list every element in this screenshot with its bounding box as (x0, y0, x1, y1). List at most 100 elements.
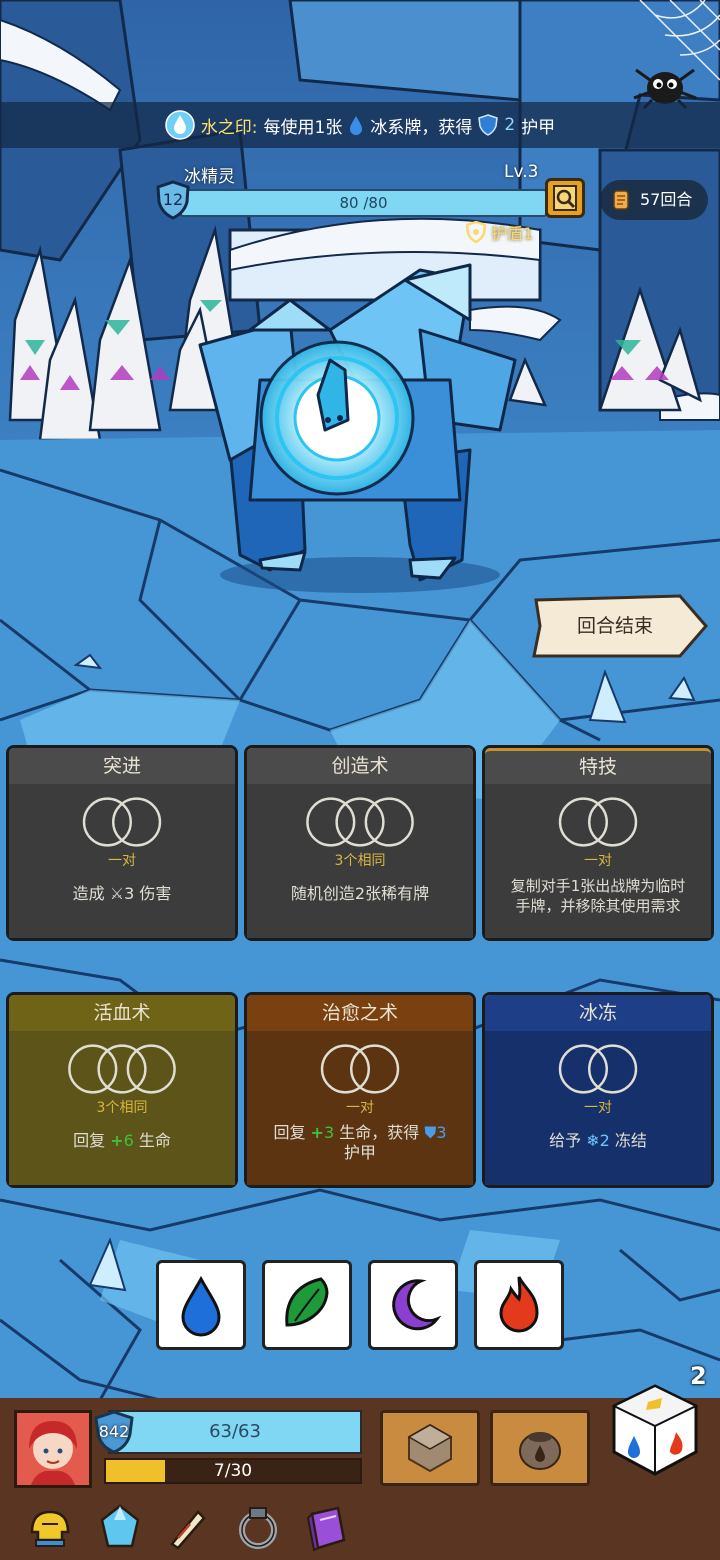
armor-shield-icon (478, 114, 499, 136)
heal-value: 3 (323, 1123, 335, 1142)
card-title: 特技 (485, 748, 711, 784)
water-drop-icon (181, 1275, 221, 1337)
heal-plus-icon: + (110, 1131, 124, 1150)
pot-icon (519, 1432, 561, 1470)
enemy-shield-status: 护盾1 (465, 220, 534, 244)
card-healing-art[interactable]: 治愈之术 一对 回复 +3 生命，获得 ⛊3 护甲 (244, 992, 476, 1188)
tab-tome[interactable] (298, 1500, 354, 1556)
moon-icon (392, 1279, 442, 1331)
dice-slot-pair (320, 1044, 400, 1094)
shield-status-text: 护盾1 (491, 224, 534, 243)
element-water-tile[interactable] (156, 1260, 246, 1350)
element-wind-tile[interactable] (262, 1260, 352, 1350)
card-description: 造成 ⚔3 伤害 (9, 884, 235, 904)
seal-text-1: 每使用1张 (263, 117, 343, 138)
water-drop-icon (350, 116, 363, 135)
spellbook-icon (306, 1506, 346, 1552)
tab-crystal[interactable] (92, 1500, 148, 1556)
enemy-hp-bar: 80 /80 (180, 189, 547, 217)
card-description: 给予 ❄2 冻结 (485, 1131, 711, 1151)
desc-line-2: 手牌，并移除其使用需求 (515, 897, 681, 915)
card-title: 活血术 (9, 995, 235, 1031)
tab-helmet[interactable] (22, 1500, 78, 1556)
roll-dice-button[interactable] (610, 1382, 700, 1478)
shield-status-icon (465, 220, 487, 244)
leaf-icon (285, 1277, 329, 1327)
desc-text: 生命 (138, 1131, 171, 1150)
tab-ring[interactable] (230, 1500, 286, 1556)
relic-slot-dice[interactable] (380, 1410, 480, 1486)
freeze-value: 2 (599, 1131, 610, 1150)
enemy-name: 冰精灵 (184, 167, 235, 187)
armor-shield-icon: ⛊ (424, 1123, 437, 1142)
card-title: 创造术 (247, 748, 473, 784)
card-freeze[interactable]: 冰冻 一对 给予 ❄2 冻结 (482, 992, 714, 1188)
dice-slot-pair (558, 797, 638, 847)
desc-text: 生命，获得 (339, 1123, 420, 1142)
helmet-icon (30, 1510, 70, 1547)
player-shield-badge: 842 (94, 1410, 134, 1454)
enemy-info-button[interactable] (545, 178, 585, 218)
end-turn-button[interactable]: 回合结束 (530, 594, 708, 660)
dice-slot-pair (558, 1044, 638, 1094)
desc-text: 冻结 (614, 1131, 647, 1150)
desc-text: 护甲 (343, 1143, 376, 1162)
player-portrait[interactable] (14, 1410, 92, 1488)
dice-slot-triple (68, 1044, 176, 1094)
end-turn-label: 回合结束 (576, 615, 653, 637)
player-shield-value: 842 (98, 1422, 130, 1441)
relic-slot-pot[interactable] (490, 1410, 590, 1486)
dice-slot-pair (82, 797, 162, 847)
scroll-quill-icon (170, 1510, 206, 1550)
ring-icon (239, 1507, 277, 1549)
card-description: 随机创造2张稀有牌 (290, 884, 430, 903)
desc-text: 伤害 (139, 884, 172, 903)
enemy-shield-badge: 12 (156, 180, 190, 220)
desc-line-1: 复制对手1张出战牌为临时 (510, 877, 686, 895)
xp-text: 7/30 (213, 1461, 253, 1481)
card-requirement: 3个相同 (96, 1100, 148, 1116)
card-blood-revive[interactable]: 活血术 3个相同 回复 +6 生命 (6, 992, 238, 1188)
card-description: 回复 +6 生命 (9, 1131, 235, 1151)
card-description: 回复 +3 生命，获得 ⛊3 护甲 (247, 1123, 473, 1163)
seal-text-2: 冰系牌，获得 (370, 117, 473, 138)
seal-text-3: 护甲 (521, 117, 556, 138)
seal-effect-banner: 水之印: 每使用1张 冰系牌，获得 2 护甲 (0, 102, 720, 148)
avatar (17, 1413, 89, 1485)
damage-value: 3 (124, 884, 135, 903)
desc-text: 回复 (273, 1123, 306, 1142)
desc-text: 给予 (549, 1131, 582, 1150)
card-title: 治愈之术 (247, 995, 473, 1031)
heal-plus-icon: + (310, 1123, 324, 1142)
element-shadow-tile[interactable] (368, 1260, 458, 1350)
fire-icon (499, 1276, 539, 1333)
enemy-shield-level: 12 (162, 190, 184, 209)
sword-icon: ⚔ (109, 884, 125, 903)
card-creation[interactable]: 创造术 3个相同 随机创造2张稀有牌 (244, 745, 476, 941)
water-drop-icon (165, 110, 195, 140)
card-charge[interactable]: 突进 一对 造成 ⚔3 伤害 (6, 745, 238, 941)
dice-icon (611, 1384, 699, 1476)
round-counter-text: 57回合 (640, 190, 693, 209)
desc-text: 造成 (72, 884, 105, 903)
card-requirement: 一对 (584, 1100, 612, 1116)
tab-scroll[interactable] (158, 1500, 214, 1556)
scroll-icon (613, 190, 629, 210)
heal-value: 6 (123, 1131, 134, 1150)
armor-value: 3 (436, 1123, 447, 1142)
card-requirement: 一对 (584, 853, 612, 869)
magnifier-icon (553, 185, 577, 211)
player-hp-bar: 63/63 (108, 1410, 362, 1454)
card-special-skill[interactable]: 特技 一对 复制对手1张出战牌为临时 手牌，并移除其使用需求 (482, 745, 714, 941)
crystal-icon (100, 1504, 140, 1548)
seal-name: 水之印: (200, 117, 258, 138)
relic-dice-icon (407, 1423, 453, 1473)
desc-text: 回复 (73, 1131, 106, 1150)
armor-value: 2 (504, 115, 516, 135)
card-requirement: 3个相同 (334, 853, 386, 869)
element-fire-tile[interactable] (474, 1260, 564, 1350)
card-requirement: 一对 (346, 1100, 374, 1116)
card-title: 冰冻 (485, 995, 711, 1031)
card-description: 复制对手1张出战牌为临时 手牌，并移除其使用需求 (485, 876, 711, 916)
round-counter: 57回合 (600, 180, 708, 220)
